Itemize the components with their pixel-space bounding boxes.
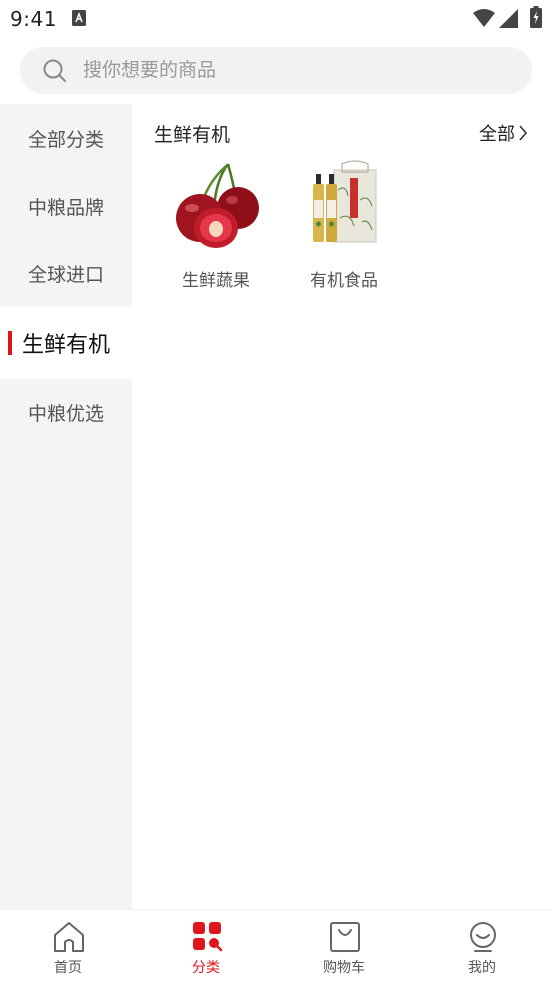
battery-icon	[530, 6, 542, 28]
oil-bottles-gift-box-image	[298, 160, 390, 252]
sidebar-item-all-categories[interactable]: 全部分类	[0, 104, 132, 172]
status-bar: 9:41	[0, 0, 552, 38]
sidebar-item-label: 全部分类	[27, 128, 104, 151]
chevron-right-icon	[519, 125, 528, 141]
category-icon	[193, 922, 223, 952]
bottom-nav: 首页 分类 购物车 我的	[0, 909, 552, 983]
signal-icon	[499, 9, 518, 28]
search-input[interactable]	[83, 58, 503, 82]
subcategory-label: 生鲜蔬果	[182, 271, 250, 291]
sidebar-item-cofco-select[interactable]: 中粮优选	[0, 378, 132, 446]
cherries-image	[170, 160, 262, 252]
search-icon	[43, 59, 66, 82]
sidebar-item-fresh-organic[interactable]: 生鲜有机	[0, 307, 132, 379]
search-bar[interactable]	[20, 47, 532, 94]
nav-label: 分类	[192, 960, 220, 976]
sidebar-item-label: 全球进口	[27, 263, 104, 286]
nav-category[interactable]: 分类	[156, 910, 256, 983]
nav-cart[interactable]: 购物车	[294, 910, 394, 983]
section-title: 生鲜有机	[154, 124, 231, 146]
subcategory-label: 有机食品	[310, 271, 378, 291]
app-notification-icon	[72, 10, 86, 26]
sidebar-item-global-import[interactable]: 全球进口	[0, 239, 132, 307]
category-sidebar: 全部分类 中粮品牌 全球进口 生鲜有机 中粮优选	[0, 104, 132, 909]
sidebar-item-label: 中粮优选	[27, 402, 104, 425]
subcategory-fresh-produce[interactable]: 生鲜蔬果	[161, 160, 271, 291]
nav-label: 我的	[468, 960, 496, 976]
nav-profile[interactable]: 我的	[432, 910, 532, 983]
nav-label: 购物车	[323, 960, 365, 976]
nav-label: 首页	[54, 960, 82, 976]
status-time: 9:41	[10, 7, 57, 31]
nav-home[interactable]: 首页	[18, 910, 118, 983]
active-indicator	[8, 331, 12, 355]
home-icon	[54, 922, 84, 952]
view-all-label: 全部	[479, 124, 515, 145]
sidebar-item-cofco-brand[interactable]: 中粮品牌	[0, 172, 132, 240]
sidebar-item-label: 中粮品牌	[27, 196, 104, 219]
wifi-icon	[473, 9, 495, 27]
sidebar-item-label: 生鲜有机	[21, 333, 110, 358]
view-all-link[interactable]: 全部	[479, 120, 528, 146]
profile-icon	[470, 922, 496, 952]
shopping-bag-icon	[330, 922, 360, 952]
subcategory-organic-food[interactable]: 有机食品	[289, 160, 399, 291]
